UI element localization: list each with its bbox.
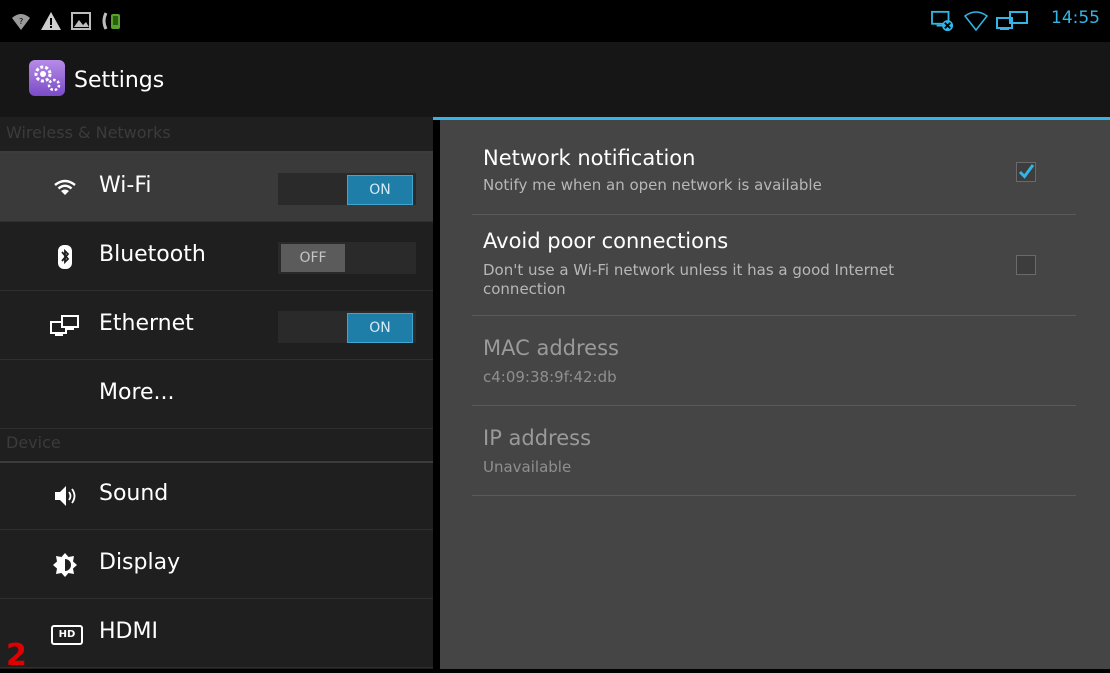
list-item-more[interactable]: More... [0, 360, 433, 429]
list-item-bluetooth[interactable]: Bluetooth OFF [0, 222, 433, 291]
list-item-label: More... [99, 380, 175, 405]
phone-icon [102, 12, 120, 30]
list-item-sound[interactable]: Sound [0, 461, 433, 530]
wifi-empty-icon [963, 11, 989, 32]
wifi-settings-detail: Network notification Notify me when an o… [440, 120, 1110, 669]
bluetooth-icon [58, 245, 72, 269]
settings-app-icon[interactable] [29, 60, 65, 96]
pref-ip-address: IP address Unavailable [472, 406, 1076, 496]
list-item-label: Sound [99, 481, 169, 506]
list-item-ethernet[interactable]: Ethernet ON [0, 291, 433, 360]
sound-icon [55, 486, 76, 506]
list-item-label: Ethernet [99, 311, 194, 336]
pref-summary: c4:09:38:9f:42:db [483, 368, 617, 386]
svg-text:?: ? [19, 17, 23, 26]
pref-network-notification[interactable]: Network notification Notify me when an o… [472, 120, 1076, 215]
pref-mac-address: MAC address c4:09:38:9f:42:db [472, 316, 1076, 406]
pref-title: MAC address [483, 336, 619, 360]
pref-title: Avoid poor connections [483, 229, 729, 253]
pref-title: IP address [483, 426, 592, 450]
pref-title: Network notification [483, 146, 696, 170]
network-notification-checkbox[interactable] [1016, 162, 1036, 182]
pref-summary: Unavailable [483, 458, 572, 476]
list-item-display[interactable]: Display [0, 530, 433, 599]
toggle-state: ON [347, 313, 413, 343]
list-item-label: HDMI [99, 619, 158, 644]
warning-icon [41, 12, 61, 30]
display-icon [53, 553, 77, 577]
pref-summary: Don't use a Wi-Fi network unless it has … [483, 261, 895, 298]
toggle-state: ON [347, 175, 413, 205]
hdmi-icon: HD [51, 625, 83, 645]
page-title: Settings [74, 68, 165, 93]
pref-avoid-poor-connections[interactable]: Avoid poor connections Don't use a Wi-Fi… [472, 215, 1076, 316]
list-item-label: Bluetooth [99, 242, 206, 267]
annotation-number: 2 [6, 638, 27, 673]
status-bar: ? 14:55 [0, 0, 1110, 42]
settings-list: Wireless & Networks Wi-Fi ON Bluetooth O… [0, 117, 433, 669]
clock: 14:55 [1051, 8, 1100, 28]
toggle-state: OFF [281, 244, 345, 272]
image-icon [71, 12, 91, 30]
section-header-label: Device [6, 433, 61, 452]
check-icon [1018, 164, 1035, 179]
list-item-hdmi[interactable]: HD HDMI [0, 599, 433, 668]
section-header-label: Wireless & Networks [6, 123, 171, 142]
bluetooth-toggle[interactable]: OFF [278, 242, 416, 274]
wifi-signal-icon: ? [12, 14, 30, 30]
wifi-toggle[interactable]: ON [278, 173, 416, 205]
section-header-device: Device [0, 427, 433, 463]
avoid-poor-connections-checkbox[interactable] [1016, 255, 1036, 275]
ethernet-connected-icon [996, 11, 1028, 30]
pref-summary: Notify me when an open network is availa… [483, 176, 822, 194]
action-bar: Settings [0, 42, 1110, 117]
section-header-wireless: Wireless & Networks [0, 117, 433, 153]
wifi-icon [54, 179, 76, 195]
list-item-label: Wi-Fi [99, 173, 152, 198]
ethernet-icon [50, 315, 79, 336]
screen-error-icon [931, 10, 954, 32]
list-item-label: Display [99, 550, 181, 575]
hdmi-badge: HD [58, 629, 76, 640]
list-item-wifi[interactable]: Wi-Fi ON [0, 153, 433, 222]
ethernet-toggle[interactable]: ON [278, 311, 416, 343]
